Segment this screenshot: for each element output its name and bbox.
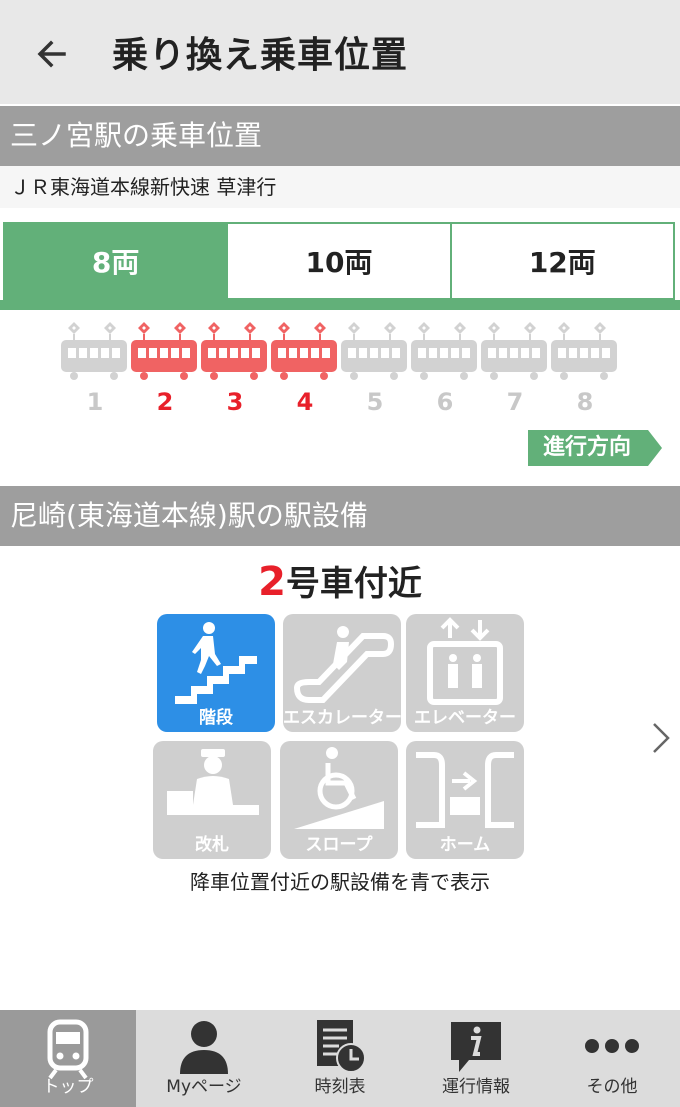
nav-top-label: トップ [42,1077,94,1097]
app-bar: 乗り換え乗車位置 [0,0,680,104]
facility-ticket-gate-label: 改札 [195,835,229,855]
nav-my-page-label: Myページ [166,1077,242,1097]
train-icon [47,1019,89,1080]
timetable-icon [317,1020,366,1073]
facility-platform[interactable]: ホーム [406,741,524,859]
person-icon [180,1021,228,1074]
car-number-6: 6 [436,388,454,416]
tab-8-cars[interactable]: 8両 [5,224,227,298]
car-number-3: 3 [226,388,244,416]
nav-service-info-label: 運行情報 [442,1077,510,1097]
facility-slope[interactable]: スロープ [280,741,398,859]
page: 乗り換え乗車位置 三ノ宮駅の乗車位置 ＪＲ東海道本線新快速 草津行 8両 10両… [0,0,680,1107]
near-car-title: 2号車付近 [0,556,680,605]
back-arrow-icon [37,40,66,68]
car-number-2: 2 [156,388,174,416]
line-info: ＪＲ東海道本線新快速 草津行 [0,166,680,208]
car-number-7: 7 [506,388,524,416]
train-car-5 [340,318,410,382]
car-number-1: 1 [86,388,104,416]
train-car-3 [200,318,270,382]
facility-stairs[interactable]: 階段 [157,614,275,732]
more-icon [585,1039,639,1053]
facilities-caption: 降車位置付近の駅設備を青で表示 [190,870,490,894]
page-title: 乗り換え乗車位置 [112,35,409,76]
car-count-tabs: 8両 10両 12両 [3,222,675,300]
back-button[interactable] [28,30,76,78]
train-diagram [60,318,622,382]
car-number-8: 8 [576,388,594,416]
nav-timetable[interactable]: 時刻表 [272,1010,408,1107]
train-car-8 [550,318,620,382]
train-car-6 [410,318,480,382]
train-car-4 [270,318,340,382]
bottom-navigation: トップ Myページ 時刻表 運行情報 その他 [0,1010,680,1107]
info-icon [451,1022,501,1072]
tab-12-cars[interactable]: 12両 [449,224,673,298]
nav-top[interactable]: トップ [0,1010,136,1107]
train-car-1 [60,318,130,382]
car-number-5: 5 [366,388,384,416]
boarding-section-header: 三ノ宮駅の乗車位置 [0,106,680,166]
train-car-2 [130,318,200,382]
nav-more-label: その他 [586,1077,638,1097]
facility-ticket-gate[interactable]: 改札 [153,741,271,859]
facility-stairs-label: 階段 [199,708,233,728]
chevron-right-icon[interactable] [646,718,676,758]
facilities-section-header: 尼崎(東海道本線)駅の駅設備 [0,486,680,546]
facility-elevator[interactable]: エレベーター [406,614,524,732]
near-car-suffix: 号車付近 [285,564,422,604]
tab-indicator-bar [0,300,680,310]
nav-my-page[interactable]: Myページ [136,1010,272,1107]
facility-platform-label: ホーム [439,835,491,855]
facility-elevator-label: エレベーター [414,708,516,728]
facility-escalator[interactable]: エスカレーター [283,614,401,732]
train-car-7 [480,318,550,382]
nav-timetable-label: 時刻表 [314,1077,366,1097]
near-car-number: 2 [258,559,286,605]
facility-escalator-label: エスカレーター [283,708,401,728]
nav-service-info[interactable]: 運行情報 [408,1010,544,1107]
tab-10-cars[interactable]: 10両 [226,224,450,298]
direction-label: 進行方向 [542,435,631,460]
car-number-4: 4 [296,388,314,416]
facility-slope-label: スロープ [305,835,373,855]
nav-more[interactable]: その他 [544,1010,680,1107]
